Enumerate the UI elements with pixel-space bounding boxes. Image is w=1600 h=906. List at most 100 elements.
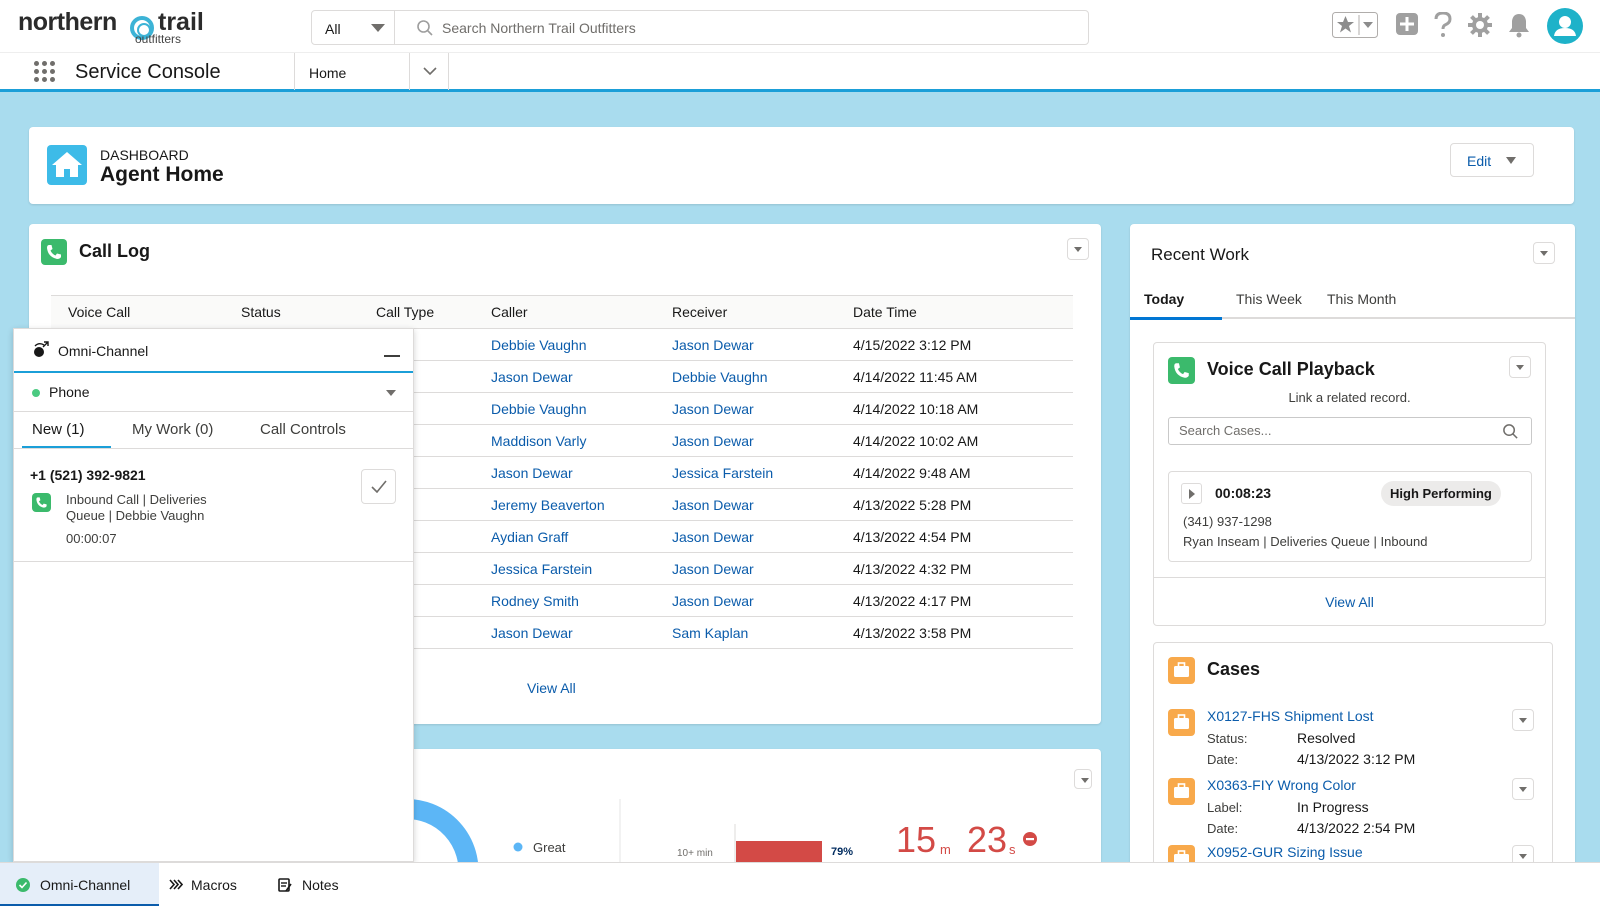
search-scope-select[interactable]: All xyxy=(312,11,395,44)
favorites-star-icon[interactable] xyxy=(1332,12,1378,38)
caller-link[interactable]: Jason Dewar xyxy=(491,369,573,385)
utility-item-label: Notes xyxy=(302,877,339,893)
tab-my-work[interactable]: My Work (0) xyxy=(132,421,213,438)
search-cases-field xyxy=(1168,417,1532,445)
column-header-status[interactable]: Status xyxy=(224,295,359,329)
nav-tab-home[interactable]: Home xyxy=(294,53,410,90)
performance-menu-button[interactable] xyxy=(1074,769,1092,789)
receiver-link[interactable]: Debbie Vaughn xyxy=(672,369,767,385)
tab-this-week[interactable]: This Week xyxy=(1236,291,1302,307)
caller-cell: Jessica Farstein xyxy=(474,552,655,585)
tab-call-controls[interactable]: Call Controls xyxy=(260,421,346,438)
check-icon xyxy=(371,480,387,493)
utility-item-label: Macros xyxy=(191,877,237,893)
caller-link[interactable]: Jessica Farstein xyxy=(491,561,592,577)
case-menu-button[interactable] xyxy=(1512,709,1534,731)
receiver-cell: Jason Dewar xyxy=(655,584,836,617)
utility-item-omni-channel[interactable]: Omni-Channel xyxy=(0,863,159,906)
date-time-cell: 4/14/2022 9:48 AM xyxy=(836,456,1073,489)
receiver-link[interactable]: Jason Dewar xyxy=(672,497,754,513)
northern-trail-logo[interactable]: northern trail outfitters xyxy=(18,8,204,48)
receiver-link[interactable]: Jessica Farstein xyxy=(672,465,773,481)
voice-call-view-all-link[interactable]: View All xyxy=(1154,594,1545,610)
column-header-voice-call[interactable]: Voice Call xyxy=(51,295,224,329)
phone-icon xyxy=(32,493,51,512)
global-add-icon[interactable] xyxy=(1395,12,1419,36)
tab-today[interactable]: Today xyxy=(1144,291,1184,307)
receiver-link[interactable]: Sam Kaplan xyxy=(672,625,748,641)
alert-minus-icon xyxy=(1023,832,1037,846)
call-log-menu-button[interactable] xyxy=(1067,238,1089,260)
caller-link[interactable]: Aydian Graff xyxy=(491,529,568,545)
caret-down-icon xyxy=(1506,157,1516,164)
search-icon[interactable] xyxy=(1502,423,1519,440)
search-cases-input[interactable] xyxy=(1179,423,1499,438)
caller-link[interactable]: Rodney Smith xyxy=(491,593,579,609)
column-header-caller[interactable]: Caller xyxy=(474,295,655,329)
case-field-value: In Progress xyxy=(1297,799,1369,815)
caller-cell: Maddison Varly xyxy=(474,424,655,457)
recent-work-menu-button[interactable] xyxy=(1533,242,1555,264)
presence-status-select[interactable]: Phone xyxy=(14,373,413,412)
omni-channel-panel: Omni-Channel Phone New (1) My Work (0) C… xyxy=(13,328,414,862)
case-list-item: X0363-FIY Wrong Color Label: In Progress… xyxy=(1168,777,1538,846)
column-header-date-time[interactable]: Date Time xyxy=(836,295,1073,329)
column-header-call-type[interactable]: Call Type xyxy=(359,295,474,329)
minimize-icon[interactable] xyxy=(384,355,400,357)
receiver-cell: Jason Dewar xyxy=(655,488,836,521)
macros-chevrons-icon xyxy=(169,879,183,890)
play-button[interactable] xyxy=(1181,483,1202,504)
dashboard-label: DASHBOARD xyxy=(100,147,189,163)
receiver-link[interactable]: Jason Dewar xyxy=(672,561,754,577)
search-icon xyxy=(417,20,433,36)
search-input[interactable] xyxy=(442,17,1062,39)
help-icon[interactable] xyxy=(1433,12,1453,38)
utility-item-macros[interactable]: Macros xyxy=(159,863,264,906)
nav-menu-button[interactable] xyxy=(410,53,449,90)
call-recording-item: 00:08:23 High Performing (341) 937-1298 … xyxy=(1168,471,1532,562)
caller-cell: Aydian Graff xyxy=(474,520,655,553)
case-link[interactable]: X0363-FIY Wrong Color xyxy=(1207,777,1356,793)
legend-label-great: Great xyxy=(533,840,566,855)
receiver-link[interactable]: Jason Dewar xyxy=(672,529,754,545)
accept-work-button[interactable] xyxy=(361,469,396,504)
status-online-dot-icon xyxy=(32,389,40,397)
tab-this-month[interactable]: This Month xyxy=(1327,291,1396,307)
user-avatar[interactable] xyxy=(1547,8,1583,44)
utility-item-notes[interactable]: Notes xyxy=(264,863,364,906)
receiver-link[interactable]: Jason Dewar xyxy=(672,593,754,609)
case-link[interactable]: X0127-FHS Shipment Lost xyxy=(1207,708,1374,724)
work-item-elapsed-time: 00:00:07 xyxy=(66,531,117,546)
caller-link[interactable]: Debbie Vaughn xyxy=(491,337,586,353)
notifications-bell-icon[interactable] xyxy=(1507,12,1531,38)
caller-link[interactable]: Debbie Vaughn xyxy=(491,401,586,417)
case-link[interactable]: X0952-GUR Sizing Issue xyxy=(1207,844,1363,860)
app-launcher-icon[interactable] xyxy=(34,61,56,83)
global-search: All xyxy=(311,10,1089,45)
receiver-link[interactable]: Jason Dewar xyxy=(672,337,754,353)
active-tab-indicator xyxy=(1130,317,1222,320)
case-menu-button[interactable] xyxy=(1512,778,1534,800)
edit-button[interactable]: Edit xyxy=(1450,143,1534,177)
tab-new[interactable]: New (1) xyxy=(32,421,85,438)
caller-link[interactable]: Jason Dewar xyxy=(491,625,573,641)
caller-link[interactable]: Jason Dewar xyxy=(491,465,573,481)
omni-channel-tabs: New (1) My Work (0) Call Controls xyxy=(14,412,413,449)
caller-link[interactable]: Jeremy Beaverton xyxy=(491,497,605,513)
timer-seconds: 23 xyxy=(967,819,1008,860)
case-field-value: 4/13/2022 2:54 PM xyxy=(1297,820,1416,836)
voice-call-playback-menu-button[interactable] xyxy=(1509,356,1531,378)
receiver-cell: Debbie Vaughn xyxy=(655,360,836,393)
receiver-link[interactable]: Jason Dewar xyxy=(672,401,754,417)
call-log-view-all-link[interactable]: View All xyxy=(527,680,576,696)
caller-link[interactable]: Maddison Varly xyxy=(491,433,586,449)
receiver-link[interactable]: Jason Dewar xyxy=(672,433,754,449)
voice-call-playback-card: Voice Call Playback Link a related recor… xyxy=(1153,342,1546,626)
incoming-work-item[interactable]: +1 (521) 392-9821 Inbound Call | Deliver… xyxy=(14,449,413,562)
presence-status-value: Phone xyxy=(49,384,90,400)
setup-gear-icon[interactable] xyxy=(1467,12,1493,38)
caller-cell: Debbie Vaughn xyxy=(474,328,655,361)
receiver-cell: Jason Dewar xyxy=(655,520,836,553)
column-header-receiver[interactable]: Receiver xyxy=(655,295,836,329)
case-list-item: X0127-FHS Shipment Lost Status: Resolved… xyxy=(1168,708,1538,777)
